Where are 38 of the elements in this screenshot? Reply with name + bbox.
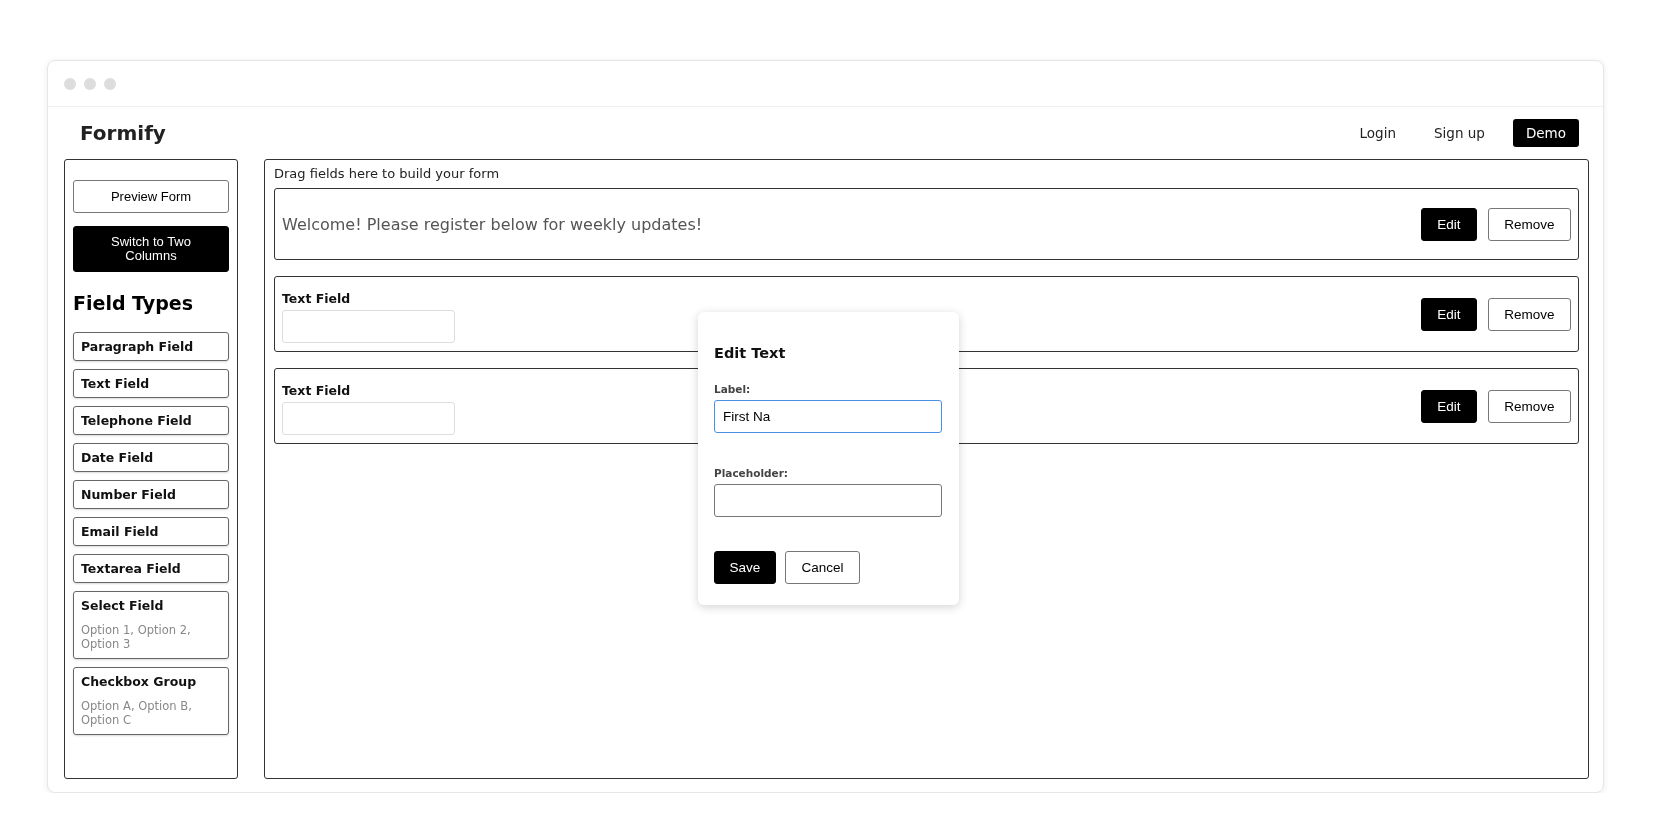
field-type-card[interactable]: Checkbox Group Option A, Option B, Option C: [73, 666, 229, 735]
field-type-card[interactable]: Number Field: [73, 480, 229, 509]
field-label: Placeholder:: [714, 467, 790, 479]
field-type-name: Checkbox Group: [81, 673, 198, 689]
remove-button[interactable]: Remove: [1488, 297, 1571, 331]
field-type-card[interactable]: Select Field Option 1, Option 2, Option 3: [73, 591, 229, 659]
text-input[interactable]: First Na: [714, 400, 942, 433]
field-type-card[interactable]: Date Field: [73, 443, 229, 472]
edit-button[interactable]: Edit: [1421, 389, 1477, 423]
field-label: Text Field: [282, 383, 352, 398]
nav-link[interactable]: Sign up: [1424, 121, 1495, 145]
preview-button[interactable]: Preview Form: [73, 180, 229, 213]
layout-toggle-button[interactable]: Switch to Two Columns: [73, 226, 229, 272]
cancel-button[interactable]: Cancel: [785, 551, 860, 584]
remove-button[interactable]: Remove: [1488, 207, 1571, 241]
dialog-title: Edit Text: [714, 345, 787, 361]
field-type-card[interactable]: Telephone Field: [73, 406, 229, 435]
field-label: Text Field: [282, 291, 352, 306]
remove-button[interactable]: Remove: [1488, 389, 1571, 423]
demo-button[interactable]: Demo: [1512, 119, 1579, 147]
field-type-card[interactable]: Paragraph Field: [73, 332, 229, 361]
section-heading: Field Types: [73, 292, 194, 314]
field-label: Label:: [714, 383, 752, 395]
field-type-card[interactable]: Textarea Field: [73, 554, 229, 583]
text-input[interactable]: [714, 484, 942, 517]
field-type-card[interactable]: Text Field: [73, 369, 229, 398]
edit-button[interactable]: Edit: [1421, 297, 1477, 331]
window-controls-icon: [64, 77, 116, 90]
save-button[interactable]: Save: [714, 551, 776, 584]
field-type-name: Select Field: [81, 598, 165, 613]
edit-button[interactable]: Edit: [1421, 207, 1477, 241]
field-type-card[interactable]: Email Field: [73, 517, 229, 546]
field-options: Option 1, Option 2, Option 3: [81, 623, 221, 652]
logo: Formify: [80, 121, 166, 145]
drop-hint: Drag fields here to build your form: [274, 166, 501, 181]
field-options: Option A, Option B, Option C: [81, 698, 221, 728]
nav-link[interactable]: Login: [1349, 121, 1406, 145]
paragraph-text: Welcome! Please register below for weekly updates!: [282, 214, 703, 234]
